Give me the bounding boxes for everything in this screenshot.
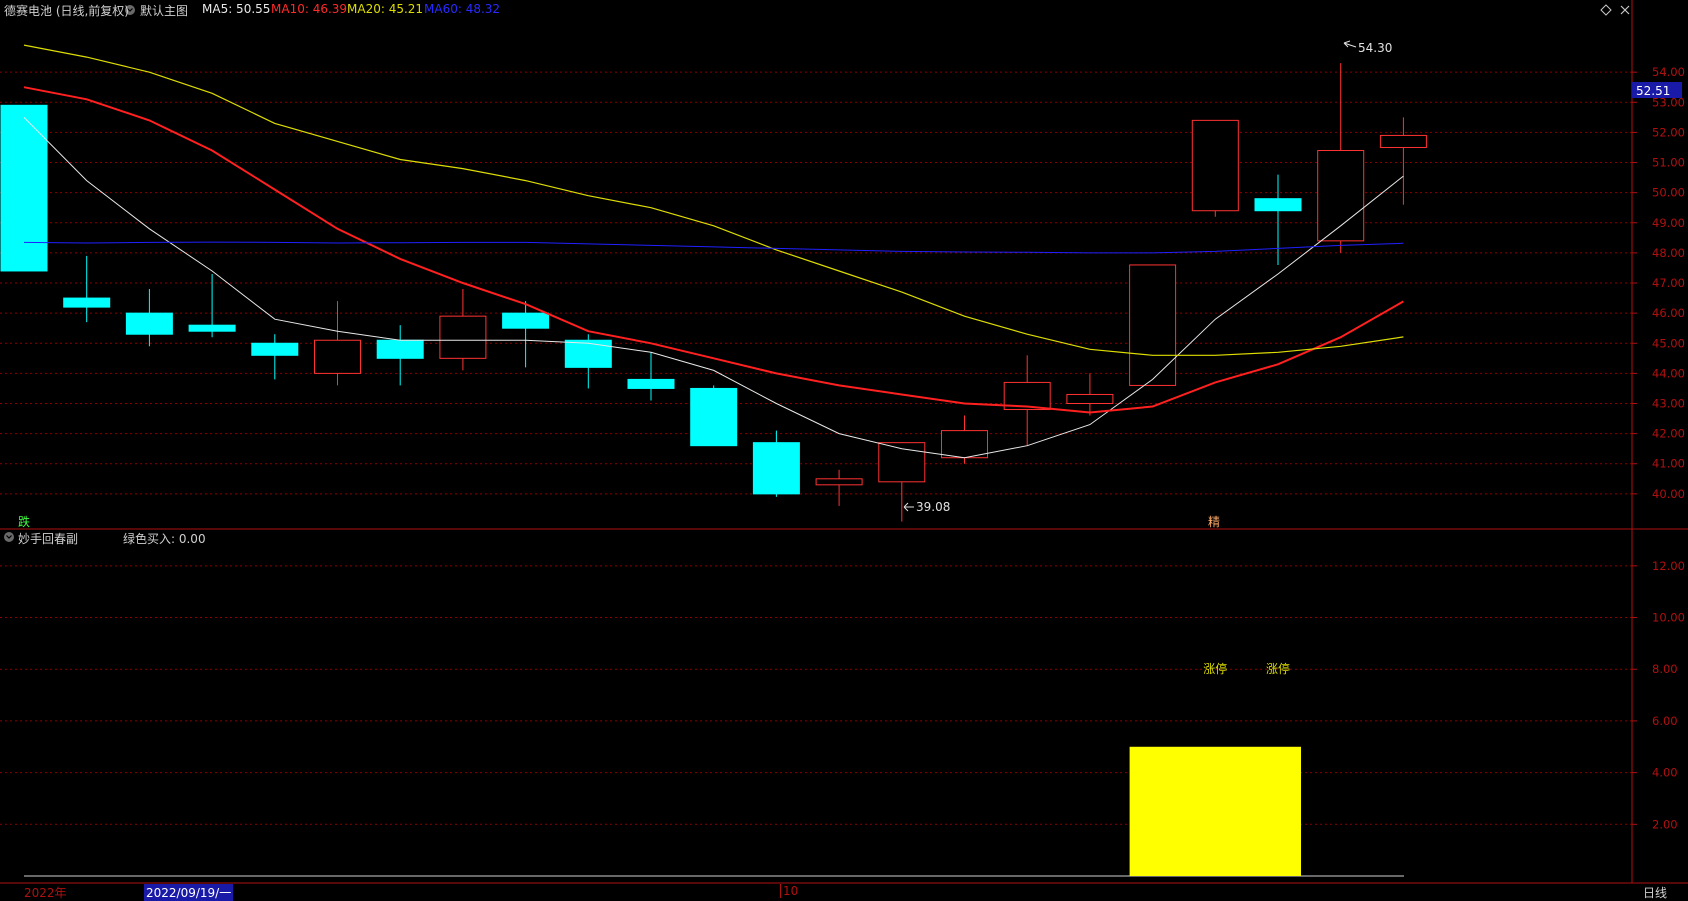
- kline-chart[interactable]: 40.00 41.00 42.00 43.00 44.00 45.00 46.00 47.00…: [0, 0, 1688, 901]
- candle[interactable]: [376, 325, 424, 386]
- main-y-axis: 40.00 41.00 42.00 43.00 44.00 45.00 46.00 47.00…: [1632, 65, 1685, 501]
- main-y-tick-label: 41.00: [1652, 457, 1685, 471]
- main-y-tick-label: 46.00: [1652, 306, 1685, 320]
- refined-tag: 精: [1208, 515, 1220, 529]
- indicator-name[interactable]: 默认主图: [140, 2, 188, 19]
- price-markers: 54.30 39.08 跌 精 52.51: [18, 40, 1682, 529]
- main-y-tick-label: 40.00: [1652, 487, 1685, 501]
- candle-body: [314, 339, 361, 374]
- sub-indicator-name[interactable]: 妙手回春副: [18, 530, 78, 547]
- sub-y-tick-label: 10.00: [1652, 611, 1685, 625]
- fall-tag: 跌: [18, 514, 30, 529]
- ma20-label: MA20: 45.21: [347, 2, 424, 16]
- sub-gridlines: [0, 565, 1632, 825]
- high-arrow-icon: [1343, 40, 1357, 48]
- candle-body: [502, 312, 550, 329]
- sub-y-tick-label: 6.00: [1652, 714, 1678, 728]
- candle-body: [690, 387, 738, 447]
- main-y-tick-label: 44.00: [1652, 366, 1685, 380]
- main-y-tick-label: 54.00: [1652, 65, 1685, 79]
- main-y-tick-label: 49.00: [1652, 216, 1685, 230]
- candle-body: [188, 324, 236, 332]
- candle-body: [1191, 119, 1239, 212]
- candle-body: [125, 312, 173, 335]
- candle-body: [63, 297, 111, 308]
- candlesticks[interactable]: [0, 63, 1427, 522]
- candle[interactable]: [1317, 63, 1365, 253]
- chart-frame: [0, 0, 1688, 884]
- candle-body: [439, 315, 487, 359]
- sub-indicator-bar: [1129, 746, 1301, 876]
- candle-body: [1254, 198, 1302, 212]
- stock-title: 德赛电池 (日线,前复权): [4, 4, 129, 18]
- sub-y-tick-label: 12.00: [1652, 559, 1685, 573]
- sub-indicator-value: 绿色买入: 0.00: [123, 532, 206, 546]
- candle[interactable]: [752, 430, 800, 497]
- candle[interactable]: [439, 289, 487, 371]
- main-y-tick-label: 50.00: [1652, 186, 1685, 200]
- candle[interactable]: [251, 334, 299, 380]
- candle-body: [1129, 264, 1177, 386]
- sub-y-tick-label: 2.00: [1652, 817, 1678, 831]
- candle[interactable]: [314, 301, 361, 386]
- main-y-tick-label: 42.00: [1652, 427, 1685, 441]
- low-arrow-icon: [903, 502, 914, 512]
- candle[interactable]: [1191, 119, 1239, 217]
- ma60-line: [23, 241, 1404, 254]
- candle-body: [815, 478, 863, 486]
- candle[interactable]: [125, 289, 173, 347]
- candle[interactable]: [1066, 373, 1114, 416]
- year-label: 2022年: [24, 886, 67, 900]
- main-y-tick-label: 51.00: [1652, 156, 1685, 170]
- candle[interactable]: [941, 415, 988, 464]
- candle[interactable]: [690, 385, 738, 447]
- month-label: 10: [780, 884, 798, 898]
- main-y-tick-label: 45.00: [1652, 336, 1685, 350]
- date-axis: 2022年 2022/09/19/一 10 日线: [0, 883, 1688, 901]
- ma5-label: MA5: 50.55: [202, 2, 271, 16]
- main-y-tick-label: 52.00: [1652, 125, 1685, 139]
- cursor-date-label: 2022/09/19/一: [144, 884, 234, 901]
- sub-chevron-down-icon[interactable]: [4, 532, 14, 542]
- candle-body: [1379, 134, 1427, 148]
- candle-body: [1066, 393, 1114, 405]
- ma10-label: MA10: 46.39: [271, 2, 348, 16]
- sub-indicator-bars: [1129, 746, 1301, 876]
- period-button[interactable]: 日线: [1643, 884, 1667, 901]
- low-price-label: 39.08: [916, 500, 950, 514]
- toolbar: [4, 4, 1630, 542]
- candle-body: [752, 442, 800, 495]
- candle[interactable]: [0, 104, 48, 272]
- candle-body: [376, 339, 424, 359]
- main-y-tick-label: 47.00: [1652, 276, 1685, 290]
- candle-body: [251, 342, 299, 356]
- limit-up-label: 涨停: [1266, 661, 1290, 676]
- candle[interactable]: [1129, 264, 1177, 386]
- candle-body: [564, 339, 612, 368]
- candle-body: [941, 430, 988, 459]
- high-price-label: 54.30: [1358, 41, 1392, 55]
- candle[interactable]: [63, 255, 111, 323]
- candle[interactable]: [1379, 117, 1427, 205]
- candle-body: [627, 378, 675, 389]
- candle[interactable]: [815, 469, 863, 506]
- current-price-label: 52.51: [1636, 84, 1670, 98]
- close-icon[interactable]: [1620, 5, 1630, 15]
- main-y-tick-label: 48.00: [1652, 246, 1685, 260]
- candle-body: [0, 104, 48, 272]
- candle[interactable]: [627, 352, 675, 401]
- sub-y-axis: 2.00 4.00 6.00 8.00 10.00 12.00: [1632, 559, 1685, 831]
- candle[interactable]: [1003, 355, 1051, 446]
- sub-y-tick-label: 8.00: [1652, 662, 1678, 676]
- candle-body: [1317, 149, 1365, 242]
- diamond-icon[interactable]: [1600, 4, 1612, 16]
- ma60-label: MA60: 48.32: [424, 2, 501, 16]
- candle[interactable]: [1254, 174, 1302, 265]
- sub-y-tick-label: 4.00: [1652, 766, 1678, 780]
- limit-up-label: 涨停: [1203, 661, 1227, 676]
- main-y-tick-label: 43.00: [1652, 397, 1685, 411]
